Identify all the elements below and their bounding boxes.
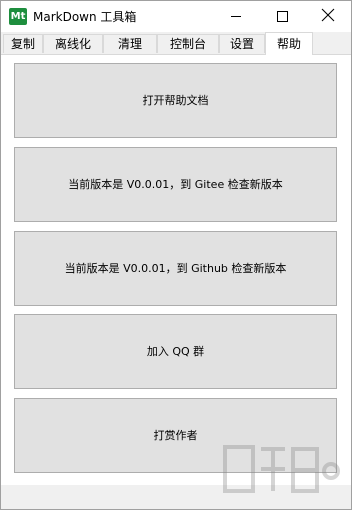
- open-help-doc-button[interactable]: 打开帮助文档: [14, 63, 337, 138]
- tab-bar: 复制 离线化 清理 控制台 设置 帮助: [1, 32, 351, 55]
- tab-clean[interactable]: 清理: [103, 34, 157, 53]
- join-qq-group-button[interactable]: 加入 QQ 群: [14, 314, 337, 389]
- check-gitee-update-button[interactable]: 当前版本是 V0.0.01，到 Gitee 检查新版本: [14, 147, 337, 222]
- close-icon: [321, 8, 335, 22]
- check-github-update-button[interactable]: 当前版本是 V0.0.01，到 Github 检查新版本: [14, 231, 337, 306]
- minimize-button[interactable]: [213, 1, 259, 31]
- tab-copy[interactable]: 复制: [3, 34, 43, 53]
- tab-console[interactable]: 控制台: [157, 34, 219, 53]
- app-window: Mt MarkDown 工具箱 复制 离线化 清理 控制台 设置 帮助 打开帮助…: [0, 0, 352, 510]
- window-title: MarkDown 工具箱: [33, 10, 137, 24]
- watermark-logo-icon: [223, 445, 340, 493]
- title-bar[interactable]: Mt MarkDown 工具箱: [1, 1, 351, 31]
- tab-offline[interactable]: 离线化: [43, 34, 103, 53]
- tab-help[interactable]: 帮助: [265, 32, 313, 55]
- tab-settings[interactable]: 设置: [219, 34, 265, 53]
- close-button[interactable]: [305, 1, 351, 31]
- maximize-button[interactable]: [259, 1, 305, 31]
- minimize-icon: [231, 16, 241, 17]
- maximize-icon: [277, 11, 288, 22]
- help-panel: 打开帮助文档 当前版本是 V0.0.01，到 Gitee 检查新版本 当前版本是…: [1, 55, 351, 485]
- app-logo-icon: Mt: [9, 8, 27, 25]
